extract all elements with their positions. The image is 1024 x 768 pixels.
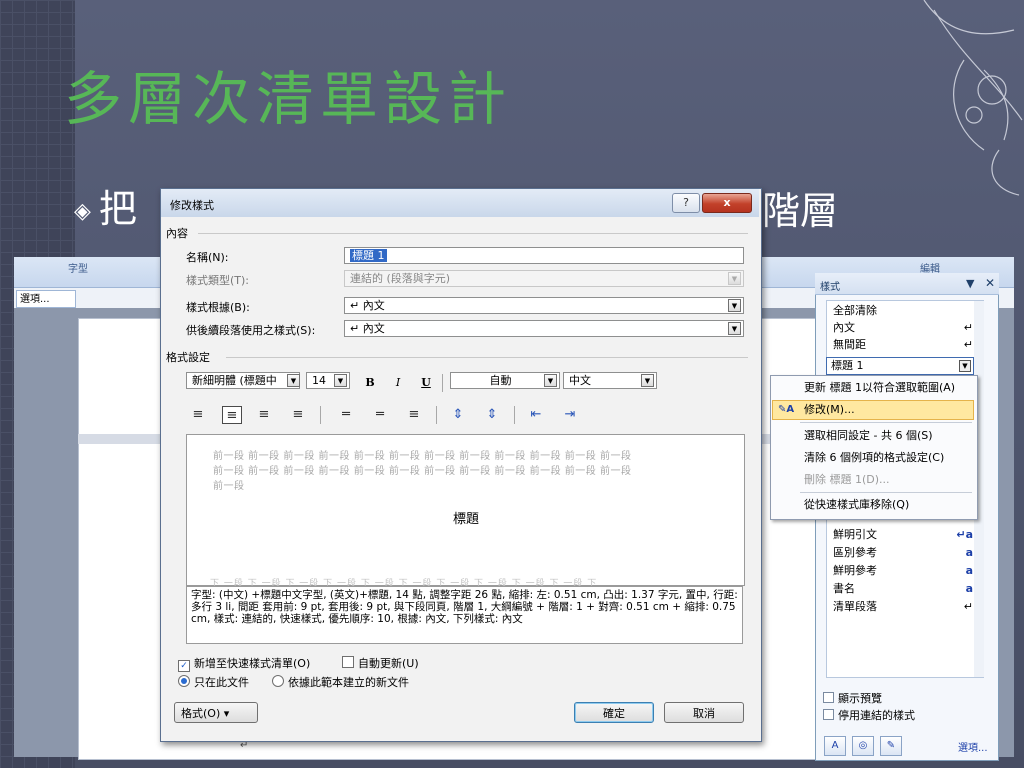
- ribbon-options-button[interactable]: 選項...: [16, 290, 76, 308]
- preview-previous-paragraph: 前一段 前一段 前一段 前一段 前一段 前一段 前一段 前一段 前一段 前一段 …: [213, 451, 632, 462]
- space-before-icon[interactable]: ⇕: [448, 406, 468, 424]
- cancel-button[interactable]: 取消: [664, 702, 744, 723]
- character-style-icon: a: [965, 582, 973, 595]
- dialog-titlebar: [161, 189, 759, 217]
- menu-item-update-heading[interactable]: 更新 標題 1以符合選取範圍(A): [804, 378, 955, 398]
- preview-heading-text: 標題: [453, 512, 480, 527]
- pane-menu-chevron-down-icon[interactable]: ▼: [966, 277, 974, 290]
- style-item-heading1[interactable]: 標題 1 ▼: [826, 357, 974, 375]
- style-item-normal[interactable]: 內文 ↵: [833, 320, 973, 336]
- style-type-chevron-down-icon: ▼: [728, 272, 741, 285]
- style-item-list-paragraph[interactable]: 清單段落 ↵: [833, 599, 973, 615]
- style-item-clear-all[interactable]: 全部清除: [833, 303, 973, 319]
- bullet-text-left: 把: [98, 187, 137, 231]
- style-inspector-icon[interactable]: ◎: [852, 736, 874, 756]
- menu-item-clear-formatting[interactable]: 清除 6 個例項的格式設定(C): [804, 448, 944, 468]
- align-center-icon[interactable]: ≡: [222, 406, 242, 424]
- style-item-book-title[interactable]: 書名 a: [833, 581, 973, 597]
- align-right-icon[interactable]: ≡: [254, 406, 274, 424]
- style-dropdown-chevron-down-icon[interactable]: ▼: [959, 360, 971, 372]
- pane-close-icon[interactable]: ✕: [985, 276, 995, 290]
- character-style-icon: a: [965, 546, 973, 559]
- based-on-select[interactable]: ↵ 內文: [344, 297, 744, 314]
- name-label: 名稱(N):: [186, 251, 229, 264]
- next-style-select[interactable]: ↵ 內文: [344, 320, 744, 337]
- decrease-indent-icon[interactable]: ⇤: [526, 406, 546, 424]
- style-type-label: 樣式類型(T):: [186, 274, 250, 287]
- style-item-subtle-reference[interactable]: 區別參考 a: [833, 545, 973, 561]
- preview-previous-paragraph: 前一段 前一段 前一段 前一段 前一段 前一段 前一段 前一段 前一段 前一段 …: [213, 466, 632, 477]
- align-left-icon[interactable]: ≡: [188, 406, 208, 424]
- slide-title: 多層次清單設計: [64, 65, 513, 133]
- new-documents-radio[interactable]: 依據此範本建立的新文件: [272, 674, 409, 690]
- justify-icon[interactable]: ≡: [288, 406, 308, 424]
- floral-ornament-icon: [923, 0, 1023, 196]
- font-color-chevron-down-icon[interactable]: ▼: [544, 374, 557, 387]
- single-spacing-icon[interactable]: ═: [336, 406, 356, 424]
- menu-item-select-all-instances[interactable]: 選取相同設定 - 共 6 個(S): [804, 426, 933, 446]
- double-spacing-icon[interactable]: ≡: [404, 406, 424, 424]
- format-section-label: 格式設定: [166, 351, 210, 364]
- add-to-quick-styles-checkbox[interactable]: ✓ 新增至快速樣式清單(O): [178, 655, 310, 672]
- font-chevron-down-icon[interactable]: ▼: [287, 374, 300, 387]
- style-item-intense-reference[interactable]: 鮮明參考 a: [833, 563, 973, 579]
- menu-separator: [800, 422, 972, 423]
- menu-item-remove-from-gallery[interactable]: 從快速樣式庫移除(Q): [804, 495, 909, 515]
- increase-indent-icon[interactable]: ⇥: [560, 406, 580, 424]
- toolbar-separator: [320, 406, 321, 424]
- next-style-chevron-down-icon[interactable]: ▼: [728, 322, 741, 335]
- modify-style-icon: ✎A: [778, 404, 795, 415]
- bullet-diamond-icon: ◈: [74, 199, 91, 224]
- styles-options-link[interactable]: 選項...: [958, 739, 988, 754]
- character-style-icon: a: [965, 564, 973, 577]
- close-button[interactable]: x: [702, 193, 752, 213]
- help-button[interactable]: ?: [672, 193, 700, 213]
- space-after-icon[interactable]: ⇕: [482, 406, 502, 424]
- one-half-spacing-icon[interactable]: ═: [370, 406, 390, 424]
- bullet-text-right: 階層: [762, 189, 839, 233]
- font-select[interactable]: 新細明體 (標題中: [186, 372, 300, 389]
- manage-styles-icon[interactable]: ✎: [880, 736, 902, 756]
- dialog-title: 修改樣式: [170, 199, 214, 212]
- menu-separator: [800, 492, 972, 493]
- style-item-no-spacing[interactable]: 無間距 ↵: [833, 337, 973, 353]
- paragraph-style-icon: ↵: [963, 338, 973, 351]
- only-this-document-radio[interactable]: 只在此文件: [178, 674, 249, 690]
- paragraph-style-icon: ↵: [963, 321, 973, 334]
- menu-item-modify[interactable]: 修改(M)...: [804, 400, 855, 420]
- menu-highlight: [772, 400, 974, 420]
- ribbon-font-group-label: 字型: [68, 264, 88, 275]
- ok-button[interactable]: 確定: [574, 702, 654, 723]
- format-menu-button[interactable]: 格式(O) ▾: [174, 702, 258, 723]
- style-description: 字型: (中文) +標題中文字型, (英文)+標題, 14 點, 調整字距 26…: [186, 586, 743, 644]
- slide-bullet: ◈ 把: [74, 178, 137, 233]
- show-preview-checkbox[interactable]: 顯示預覽: [823, 690, 882, 706]
- bold-button[interactable]: B: [362, 374, 378, 392]
- based-on-chevron-down-icon[interactable]: ▼: [728, 299, 741, 312]
- font-size-chevron-down-icon[interactable]: ▼: [334, 374, 347, 387]
- section-divider: [226, 357, 748, 358]
- toolbar-separator: [436, 406, 437, 424]
- toolbar-separator: [442, 374, 443, 392]
- disable-linked-styles-checkbox[interactable]: 停用連結的樣式: [823, 707, 915, 723]
- section-divider: [198, 233, 748, 234]
- new-style-icon[interactable]: A: [824, 736, 846, 756]
- based-on-label: 樣式根據(B):: [186, 301, 250, 314]
- menu-item-delete-style: 刪除 標題 1(D)...: [804, 473, 890, 486]
- content-section-label: 內容: [166, 227, 188, 240]
- auto-update-checkbox[interactable]: 自動更新(U): [342, 655, 419, 671]
- linked-style-icon: ↵a: [956, 528, 973, 541]
- preview-previous-paragraph: 前一段: [213, 481, 245, 492]
- style-name-input[interactable]: 標題 1: [344, 247, 744, 264]
- next-style-label: 供後續段落使用之樣式(S):: [186, 324, 316, 337]
- toolbar-separator: [514, 406, 515, 424]
- language-chevron-down-icon[interactable]: ▼: [641, 374, 654, 387]
- style-item-intense-quote[interactable]: 鮮明引文 ↵a: [833, 527, 973, 543]
- italic-button[interactable]: I: [390, 374, 406, 392]
- styles-pane-title: 樣式: [820, 282, 840, 293]
- paragraph-style-icon: ↵: [963, 600, 973, 613]
- underline-button[interactable]: U: [418, 374, 434, 392]
- style-type-select: 連結的 (段落與字元): [344, 270, 744, 287]
